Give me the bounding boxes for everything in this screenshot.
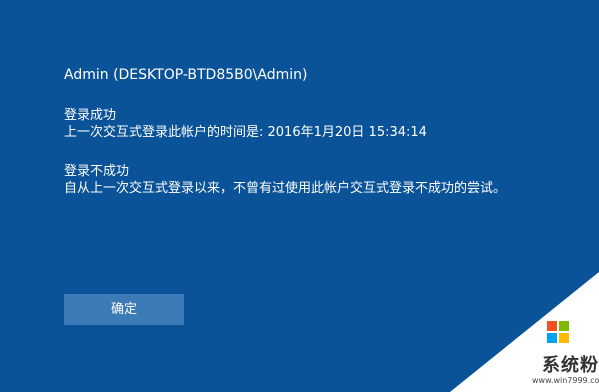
success-heading: 登录成功 (64, 108, 117, 123)
failed-attempts-info: 自从上一次交互式登录以来，不曾有过使用此帐户交互式登录不成功的尝试。 (64, 181, 507, 196)
account-name: Admin (DESKTOP-BTD85B0\Admin) (64, 67, 308, 83)
watermark-url: www.win7999.com (532, 376, 599, 385)
watermark-brand: 系统粉 (542, 355, 599, 376)
ok-button[interactable]: 确定 (64, 294, 184, 325)
last-login-time: 上一次交互式登录此帐户的时间是: 2016年1月20日 15:34:14 (64, 125, 427, 140)
failure-heading: 登录不成功 (64, 164, 130, 179)
login-info-screen: Admin (DESKTOP-BTD85B0\Admin) 登录成功 上一次交互… (0, 0, 599, 392)
windows-logo-icon (547, 321, 569, 343)
